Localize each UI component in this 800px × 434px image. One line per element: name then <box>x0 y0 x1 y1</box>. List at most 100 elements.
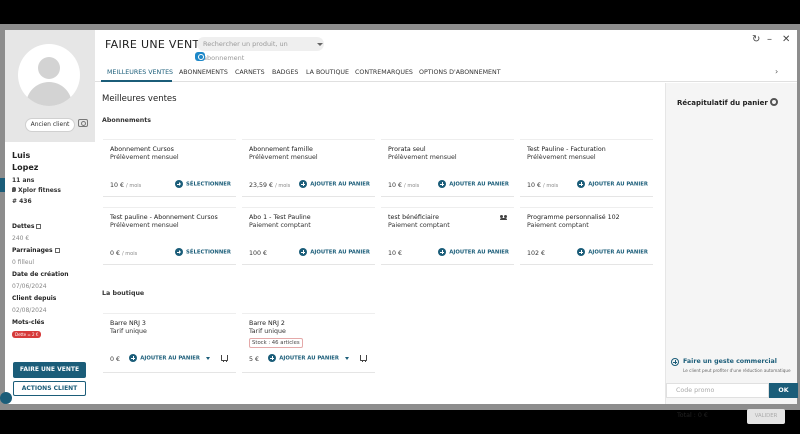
avatar-body <box>26 82 72 106</box>
tab-booklets[interactable]: CARNETS <box>235 69 265 76</box>
action-label: AJOUTER AU PANIER <box>449 181 509 188</box>
camera-icon[interactable] <box>78 119 88 127</box>
plus-icon <box>129 354 138 362</box>
profile-header: Ancien client <box>5 30 95 142</box>
created-label: Date de création <box>12 271 69 278</box>
product-name: Prorata seul <box>388 146 426 153</box>
sponsorships-value: 0 filleul <box>12 259 34 266</box>
product-card: Abonnement famille Prélèvement mensuel 2… <box>242 139 375 197</box>
minimize-icon[interactable]: – <box>767 34 772 45</box>
action-label: AJOUTER AU PANIER <box>588 249 648 256</box>
action-label: SÉLECTIONNER <box>186 249 231 256</box>
scan-badge-icon[interactable] <box>195 52 205 61</box>
action-label: AJOUTER AU PANIER <box>449 249 509 256</box>
people-icon <box>500 215 508 220</box>
product-search-input[interactable]: Rechercher un produit, un abonnement <box>197 37 324 62</box>
product-price: 10 € / mois <box>527 182 558 189</box>
price-unit: / mois <box>122 251 138 257</box>
action-label: AJOUTER AU PANIER <box>279 355 339 362</box>
keyword-tag[interactable]: Dette = 2 € <box>12 331 42 338</box>
plus-icon <box>577 248 586 256</box>
debts-label[interactable]: Dettes <box>12 223 42 230</box>
plus-circle-icon <box>671 358 679 366</box>
cart-icon[interactable] <box>360 355 367 362</box>
gear-icon[interactable] <box>770 98 778 106</box>
arrow-right-icon <box>175 180 184 188</box>
plus-icon <box>268 354 277 362</box>
subscriptions-title: Abonnements <box>102 117 152 124</box>
stock-badge: Stock : 46 articles <box>249 338 303 348</box>
client-last-name: Lopez <box>12 163 39 172</box>
add-to-cart-button[interactable]: AJOUTER AU PANIER <box>577 180 648 188</box>
refresh-icon[interactable]: ↻ <box>752 34 760 45</box>
product-type: Prélèvement mensuel <box>388 154 457 161</box>
plus-icon <box>577 180 586 188</box>
product-type: Paiement comptant <box>249 222 311 229</box>
help-bubble-icon[interactable] <box>0 392 12 404</box>
action-label: SÉLECTIONNER <box>186 181 231 188</box>
shop-title: La boutique <box>102 290 145 297</box>
tab-best-sellers[interactable]: MEILLEURES VENTES <box>107 69 173 76</box>
created-value: 07/06/2024 <box>12 283 47 290</box>
product-name: Test pauline - Abonnement Cursos <box>110 214 218 221</box>
tab-subscriptions[interactable]: ABONNEMENTS <box>179 69 228 76</box>
product-name: Programme personnalisé 102 <box>527 214 620 221</box>
new-sale-button[interactable]: FAIRE UNE VENTE <box>13 362 86 378</box>
add-to-cart-button[interactable]: AJOUTER AU PANIER <box>268 354 349 362</box>
tab-badges[interactable]: BADGES <box>272 69 298 76</box>
plus-icon <box>299 248 308 256</box>
external-link-icon <box>36 224 42 229</box>
promo-code-input[interactable]: Code promo <box>666 383 769 398</box>
add-to-cart-button[interactable]: AJOUTER AU PANIER <box>129 354 210 362</box>
product-card: Prorata seul Prélèvement mensuel 10 € / … <box>381 139 514 197</box>
cart-total: Total : 0 € <box>677 412 708 419</box>
plus-icon <box>438 180 447 188</box>
validate-button[interactable]: VALIDER <box>747 409 785 424</box>
promo-ok-button[interactable]: OK <box>769 383 798 398</box>
tab-vouchers[interactable]: CONTREMARQUES <box>355 69 413 76</box>
price-value: 10 € <box>110 182 125 189</box>
location-pin-icon <box>12 187 16 192</box>
client-location-text: Xplor fitness <box>18 187 61 194</box>
select-button[interactable]: SÉLECTIONNER <box>175 180 231 188</box>
add-to-cart-button[interactable]: AJOUTER AU PANIER <box>299 180 370 188</box>
debts-label-text: Dettes <box>12 223 35 230</box>
add-to-cart-button[interactable]: AJOUTER AU PANIER <box>299 248 370 256</box>
cart-title: Récapitulatif du panier <box>677 99 768 107</box>
tab-subscription-options[interactable]: OPTIONS D'ABONNEMENT <box>419 69 501 76</box>
screen: Ancien client Luis Lopez 11 ans Xplor fi… <box>0 0 800 434</box>
add-to-cart-button[interactable]: AJOUTER AU PANIER <box>577 248 648 256</box>
avatar-head <box>38 57 60 79</box>
active-tab-indicator <box>101 80 172 82</box>
product-type: Tarif unique <box>110 328 147 335</box>
profile-side-marker <box>0 178 5 192</box>
sponsorships-label[interactable]: Parrainages <box>12 247 60 254</box>
close-icon[interactable]: ✕ <box>782 34 790 45</box>
external-link-icon <box>54 248 60 253</box>
product-type: Tarif unique <box>249 328 286 335</box>
cart-icon[interactable] <box>221 355 228 362</box>
product-card: Barre NRJ 2 Tarif unique Stock : 46 arti… <box>242 313 375 373</box>
price-unit: / mois <box>126 183 142 189</box>
select-button[interactable]: SÉLECTIONNER <box>175 248 231 256</box>
product-name: Barre NRJ 3 <box>110 320 146 327</box>
product-price: 102 € <box>527 250 546 257</box>
action-label: AJOUTER AU PANIER <box>310 181 370 188</box>
action-label: AJOUTER AU PANIER <box>588 181 648 188</box>
tab-bar: MEILLEURES VENTES ABONNEMENTS CARNETS BA… <box>95 64 797 82</box>
add-to-cart-button[interactable]: AJOUTER AU PANIER <box>438 180 509 188</box>
product-card: Abo 1 - Test Pauline Paiement comptant 1… <box>242 207 375 265</box>
chevron-right-icon[interactable]: › <box>775 67 778 76</box>
sponsorships-label-text: Parrainages <box>12 247 53 254</box>
cart-summary-panel: Récapitulatif du panier Faire un geste c… <box>665 83 798 424</box>
tab-shop[interactable]: LA BOUTIQUE <box>306 69 349 76</box>
client-actions-button[interactable]: ACTIONS CLIENT <box>13 381 86 396</box>
product-price: 100 € <box>249 250 268 257</box>
product-card: Abonnement Cursos Prélèvement mensuel 10… <box>103 139 236 197</box>
add-to-cart-button[interactable]: AJOUTER AU PANIER <box>438 248 509 256</box>
product-price: 23,59 € / mois <box>249 182 290 189</box>
price-unit: / mois <box>543 183 559 189</box>
action-label: AJOUTER AU PANIER <box>310 249 370 256</box>
chevron-down-icon[interactable] <box>317 43 323 46</box>
chevron-down-icon <box>345 356 349 360</box>
